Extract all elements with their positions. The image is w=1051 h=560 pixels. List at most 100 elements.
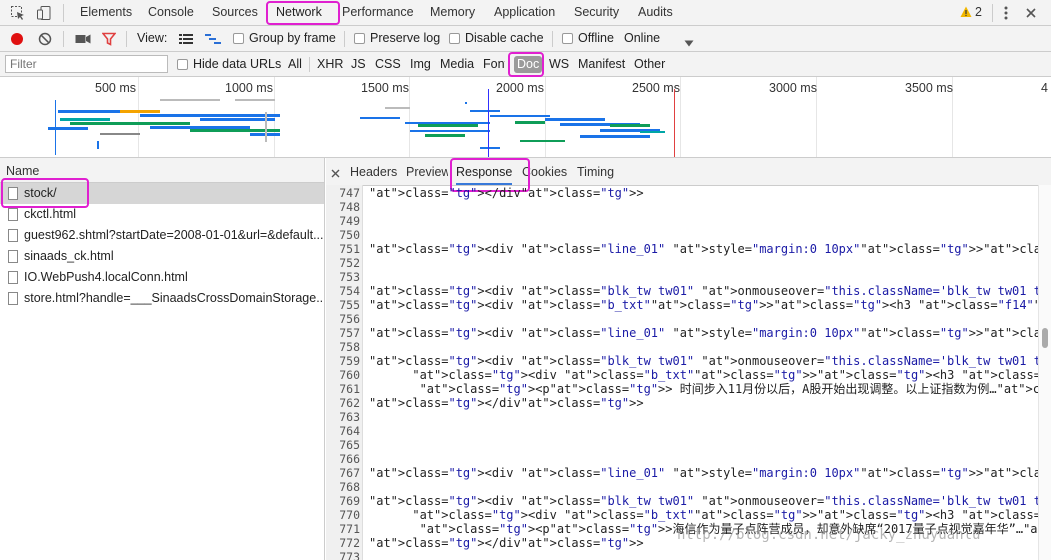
code-line: "at">class="tg"><p"at">class="tg">> 时间步入…	[419, 382, 1039, 396]
code-line: "at">class="tg"><div "at">class="blk_tw …	[369, 494, 1039, 508]
network-filter-bar: Hide data URLs All XHR JS CSS Img Media …	[0, 52, 1051, 77]
waterfall-bar	[160, 99, 220, 101]
tab-audits[interactable]: Audits	[638, 0, 673, 25]
request-row[interactable]: IO.WebPush4.localConn.html	[0, 267, 324, 288]
tab-security[interactable]: Security	[574, 0, 619, 25]
vertical-scrollbar[interactable]	[1038, 185, 1051, 560]
line-number: 754	[339, 284, 360, 298]
waterfall-bar	[465, 102, 467, 104]
doc-filter-highlight	[508, 52, 544, 77]
hide-data-urls-label: Hide data URLs	[193, 57, 282, 71]
tab-application[interactable]: Application	[494, 0, 555, 25]
document-icon	[8, 229, 18, 242]
capture-screenshots-icon[interactable]	[75, 33, 91, 45]
devtools-tab-bar: Elements Console Sources Network Perform…	[0, 0, 1051, 26]
code-line: "at">class="tg"></div"at">class="tg">>	[369, 536, 644, 550]
disable-cache-checkbox[interactable]: Disable cache	[449, 26, 544, 51]
network-overview-timeline[interactable]: 500 ms 1000 ms 1500 ms 2000 ms 2500 ms 3…	[0, 77, 1051, 158]
line-number: 763	[339, 410, 360, 424]
filter-type-font[interactable]: Font	[483, 52, 505, 76]
tab-performance[interactable]: Performance	[342, 0, 414, 25]
offline-label: Offline	[578, 31, 614, 45]
filter-type-ws[interactable]: WS	[549, 52, 569, 76]
line-number: 751	[339, 242, 360, 256]
waterfall-bars	[48, 89, 675, 157]
waterfall-bar	[515, 121, 545, 124]
record-icon[interactable]	[10, 32, 24, 46]
code-line: "at">class="tg"><div "at">class="b_txt""…	[369, 298, 1039, 312]
response-source-view[interactable]: 747 "at">class="tg"></div"at">class="tg">…	[326, 185, 1039, 560]
request-name: ckctl.html	[24, 207, 77, 221]
code-line: "at">class="tg"><div "at">class="line_01…	[369, 326, 1039, 340]
throttling-value: Online	[624, 31, 661, 45]
throttling-select[interactable]: Online	[624, 26, 660, 51]
line-number: 766	[339, 452, 360, 466]
filter-type-xhr[interactable]: XHR	[317, 52, 343, 76]
request-row[interactable]: sinaads_ck.html	[0, 246, 324, 267]
stock-row-highlight	[1, 178, 89, 208]
network-tab-highlight	[266, 1, 340, 25]
group-by-frame-checkbox[interactable]: Group by frame	[233, 26, 336, 51]
line-number: 768	[339, 480, 360, 494]
line-number: 756	[339, 312, 360, 326]
waterfall-bar	[580, 135, 650, 138]
filter-type-all[interactable]: All	[288, 52, 302, 76]
hide-data-urls-checkbox[interactable]: Hide data URLs	[177, 52, 281, 76]
code-line: "at">class="tg"></div"at">class="tg">>	[369, 186, 644, 200]
waterfall-bar	[97, 141, 99, 149]
filter-type-other[interactable]: Other	[634, 52, 665, 76]
device-toolbar-icon[interactable]	[36, 5, 52, 21]
request-name: IO.WebPush4.localConn.html	[24, 270, 188, 284]
waterfall-bar	[545, 118, 605, 121]
line-number: 749	[339, 214, 360, 228]
document-icon	[8, 208, 18, 221]
close-devtools-icon[interactable]	[1025, 7, 1037, 19]
tab-memory[interactable]: Memory	[430, 0, 475, 25]
clear-icon[interactable]	[38, 32, 52, 46]
waterfall-bar	[425, 134, 465, 137]
line-number: 767	[339, 466, 360, 480]
detail-tab-timing[interactable]: Timing	[577, 158, 614, 185]
filter-type-js[interactable]: JS	[351, 52, 366, 76]
filter-type-manifest[interactable]: Manifest	[578, 52, 625, 76]
line-number: 752	[339, 256, 360, 270]
filter-icon[interactable]	[101, 32, 117, 46]
scrollbar-thumb[interactable]	[1042, 328, 1048, 348]
request-name: guest962.shtml?startDate=2008-01-01&url=…	[24, 228, 324, 242]
line-number: 750	[339, 228, 360, 242]
line-number: 761	[339, 382, 360, 396]
waterfall-bar	[60, 118, 110, 121]
large-request-rows-icon[interactable]	[179, 33, 193, 45]
filter-type-img[interactable]: Img	[410, 52, 431, 76]
inspect-element-icon[interactable]	[10, 5, 26, 21]
request-detail-panel: Headers Preview Response Cookies Timing …	[326, 158, 1051, 560]
chevron-down-icon[interactable]	[684, 36, 694, 47]
document-icon	[8, 271, 18, 284]
waterfall-bar	[120, 110, 160, 113]
request-row[interactable]: guest962.shtml?startDate=2008-01-01&url=…	[0, 225, 324, 246]
filter-input[interactable]	[5, 55, 168, 73]
waterfall-bar	[410, 130, 490, 132]
line-number: 772	[339, 536, 360, 550]
line-number: 765	[339, 438, 360, 452]
detail-tab-preview[interactable]: Preview	[406, 158, 448, 185]
waterfall-overview-icon[interactable]	[205, 33, 221, 45]
more-options-icon[interactable]	[1003, 5, 1009, 21]
waterfall-bar	[520, 140, 565, 142]
filter-type-media[interactable]: Media	[440, 52, 474, 76]
offline-checkbox[interactable]: Offline	[562, 26, 614, 51]
detail-tab-headers[interactable]: Headers	[350, 158, 397, 185]
warning-icon[interactable]	[960, 6, 972, 18]
tab-sources[interactable]: Sources	[212, 0, 258, 25]
preserve-log-checkbox[interactable]: Preserve log	[354, 26, 440, 51]
watermark-text: http://blog.csdn.net/jacky_zhuyuanlu	[677, 527, 981, 543]
line-number: 747	[339, 186, 360, 200]
request-row[interactable]: store.html?handle=___SinaadsCrossDomainS…	[0, 288, 324, 309]
code-line: "at">class="tg"><div "at">class="line_01…	[369, 466, 1039, 480]
line-number: 762	[339, 396, 360, 410]
detail-tab-bar: Headers Preview Response Cookies Timing	[326, 158, 1051, 192]
close-detail-icon[interactable]	[331, 167, 340, 178]
tab-elements[interactable]: Elements	[80, 0, 132, 25]
filter-type-css[interactable]: CSS	[375, 52, 401, 76]
tab-console[interactable]: Console	[148, 0, 194, 25]
